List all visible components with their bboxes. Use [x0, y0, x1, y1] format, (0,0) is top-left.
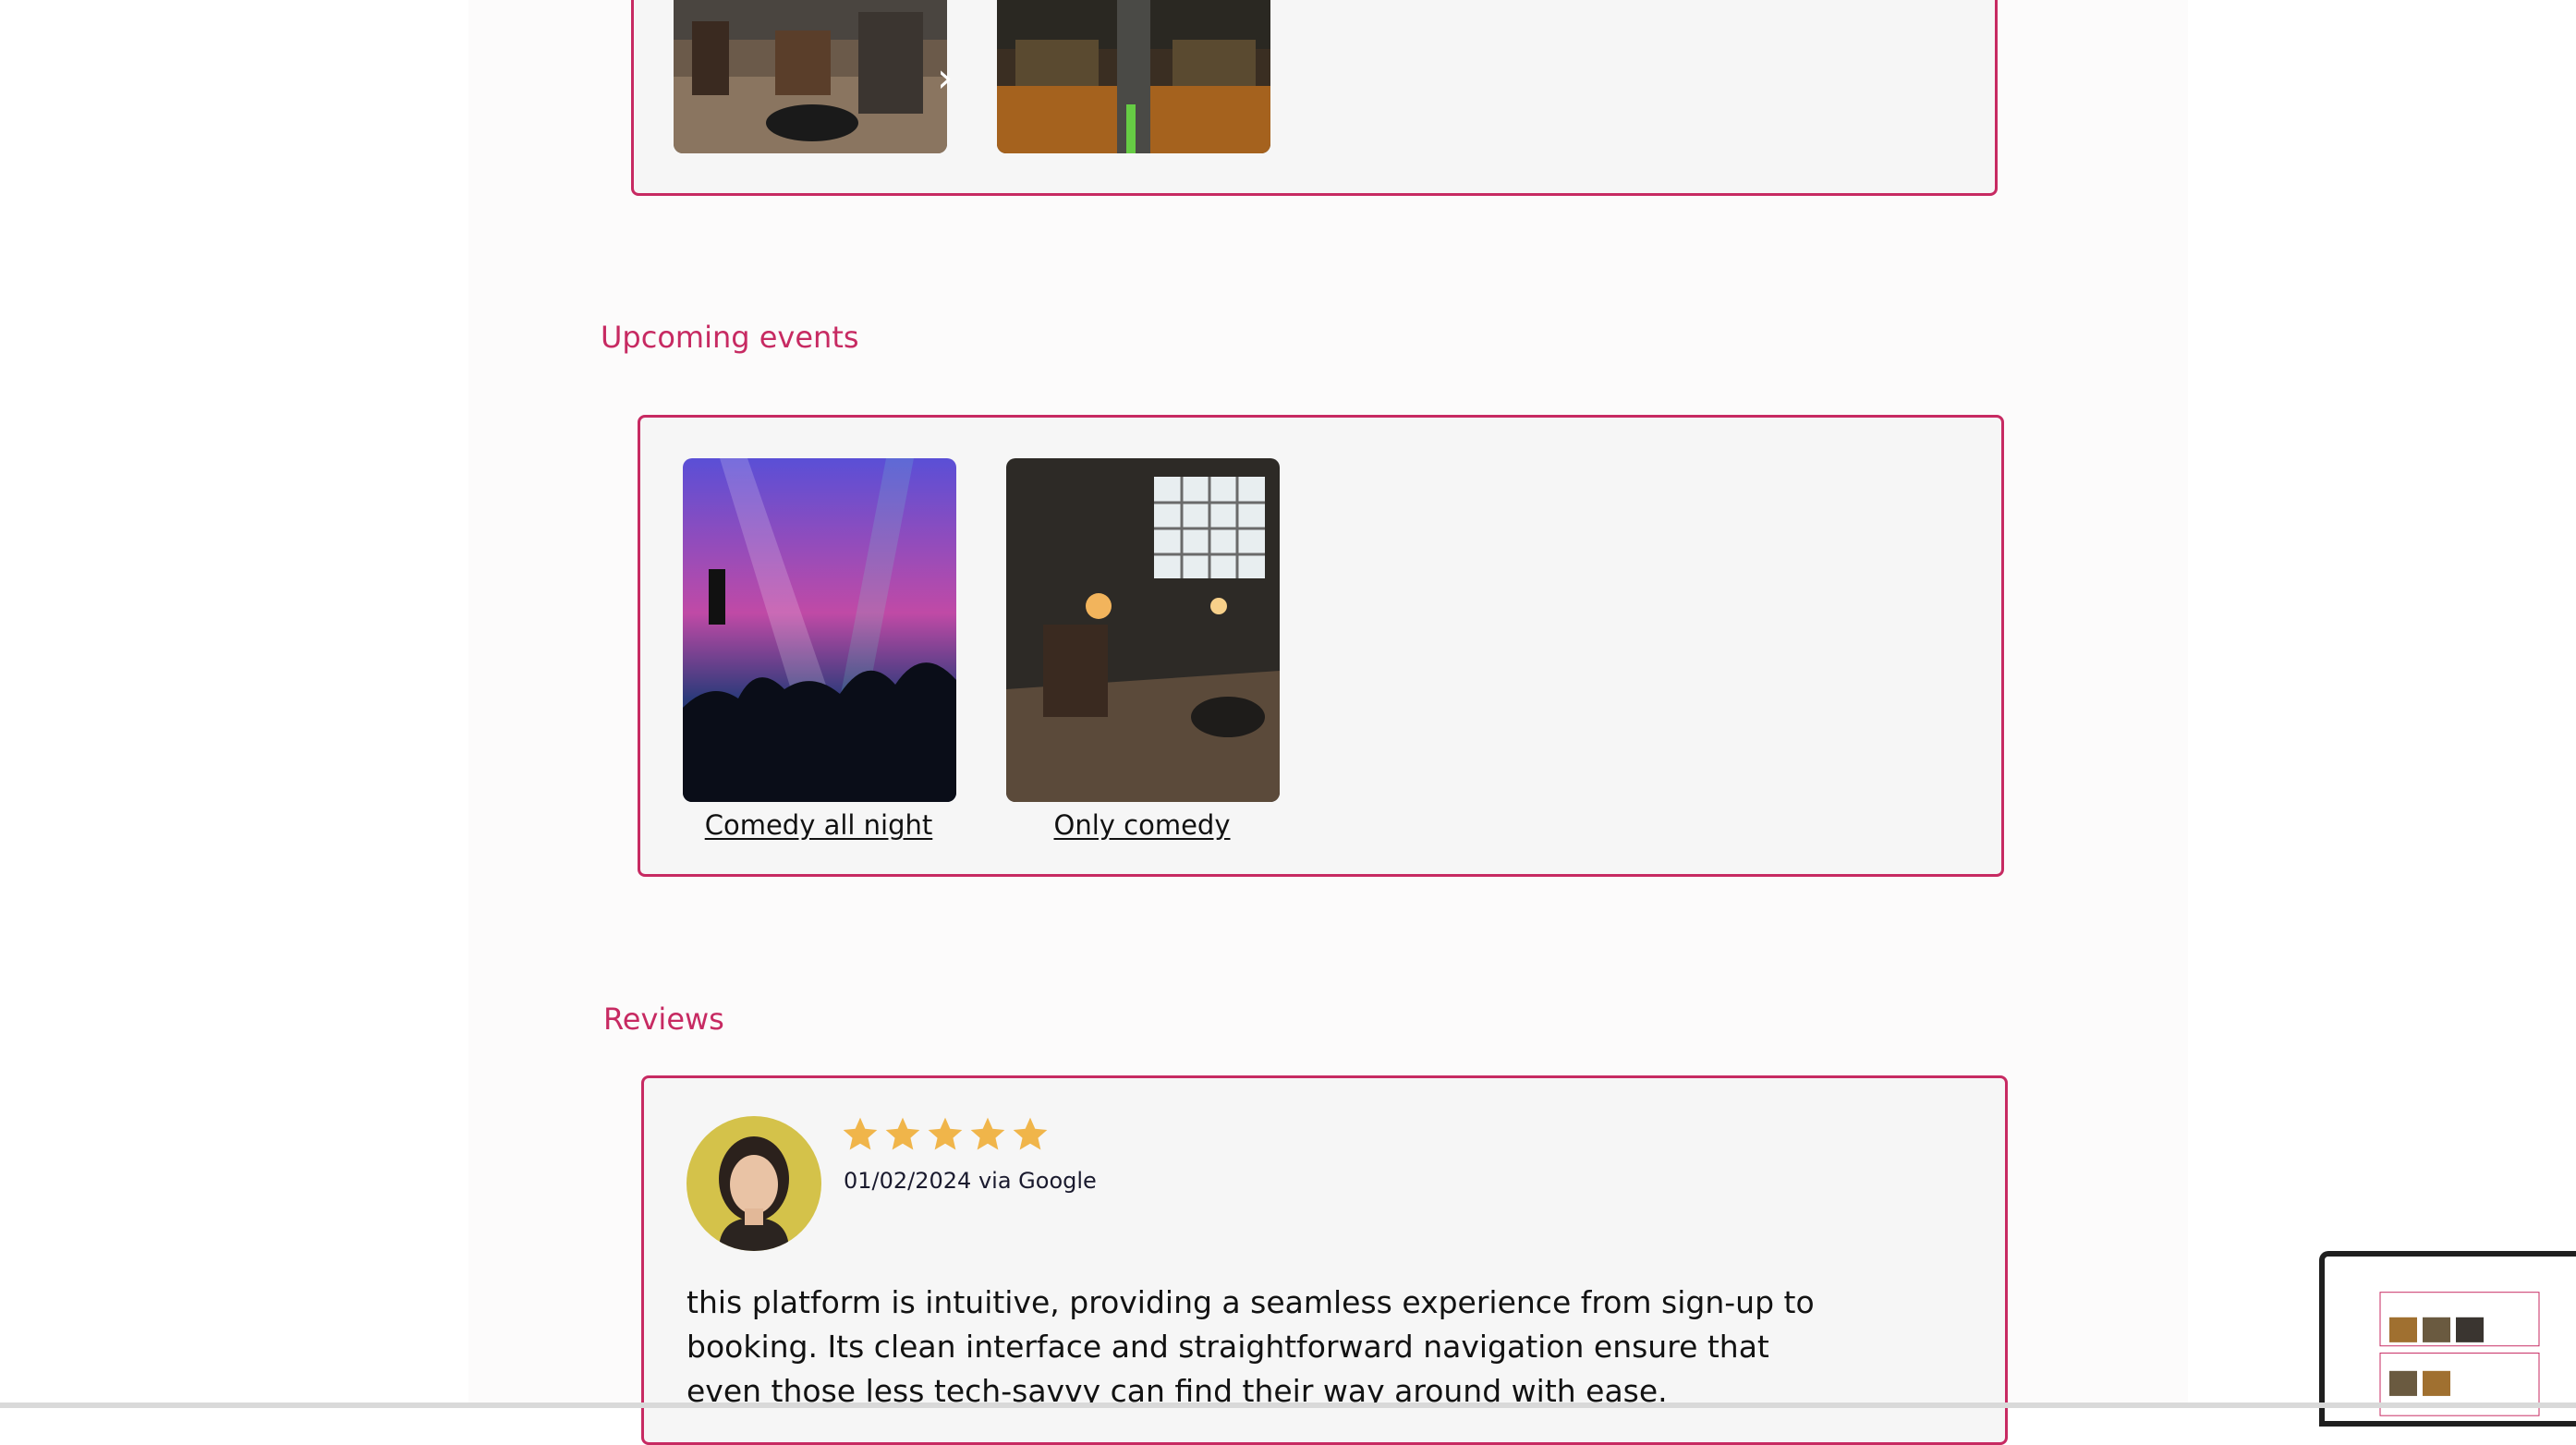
event-item[interactable]: Only comedy [1003, 458, 1281, 856]
event-link[interactable]: Only comedy [1003, 809, 1281, 841]
star-icon [885, 1117, 920, 1150]
event-item[interactable]: Comedy all night [680, 458, 957, 856]
review-text: this platform is intuitive, providing a … [687, 1284, 1815, 1409]
window-bottom-edge [0, 1402, 2576, 1408]
event-image[interactable] [683, 458, 956, 802]
upcoming-events-title: Upcoming events [601, 320, 859, 355]
gallery-card: › [631, 0, 1998, 196]
rating-stars [840, 1114, 1051, 1155]
star-icon [843, 1117, 878, 1150]
reviewer-avatar [687, 1116, 821, 1251]
reviews-title: Reviews [603, 1002, 724, 1037]
review-date-source: 01/02/2024 via Google [844, 1168, 1097, 1194]
event-image[interactable] [1006, 458, 1280, 802]
star-icon [1013, 1117, 1048, 1150]
star-icon [928, 1117, 963, 1150]
restaurant-interior-image[interactable] [674, 0, 947, 153]
event-link[interactable]: Comedy all night [680, 809, 957, 841]
star-icon [970, 1117, 1005, 1150]
bar-interior-image[interactable] [997, 0, 1270, 153]
page-preview-thumbnail[interactable] [2319, 1251, 2576, 1427]
carousel-next-icon[interactable]: › [937, 58, 954, 99]
events-card: Comedy all night Only comedy [638, 415, 2004, 877]
